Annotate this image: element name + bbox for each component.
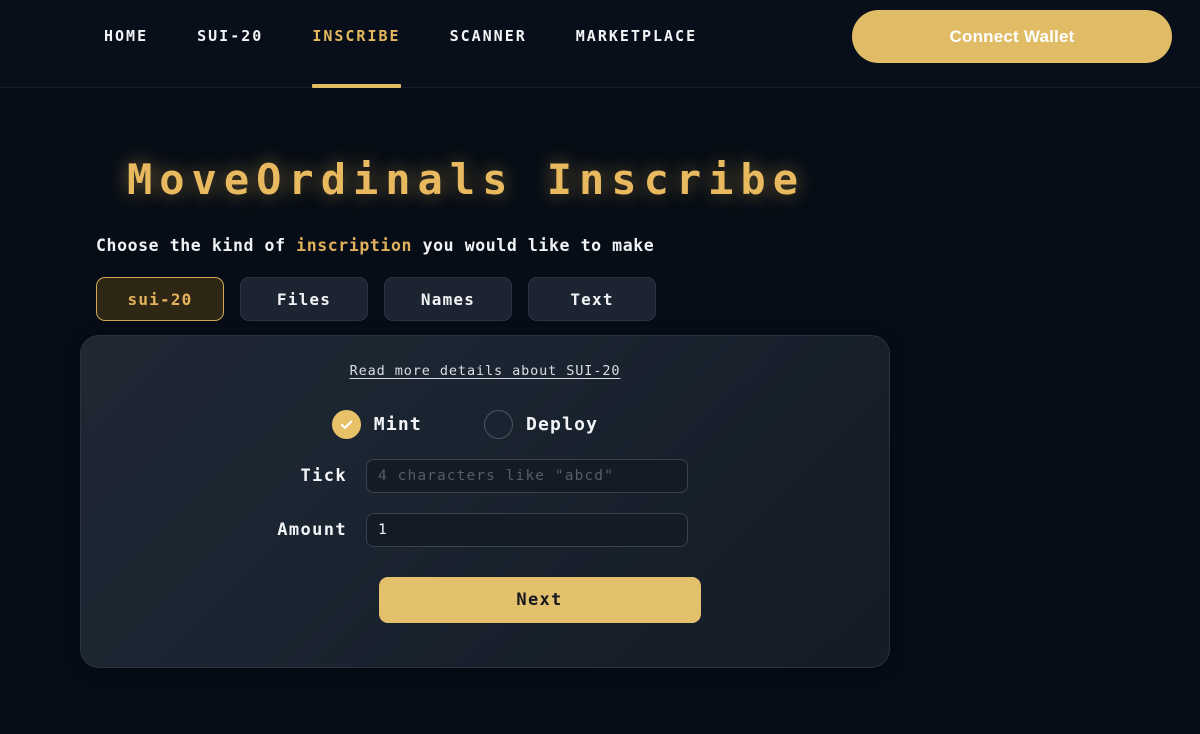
kind-tab-files[interactable]: Files: [240, 277, 368, 321]
subtitle-prefix: Choose the kind of: [96, 236, 297, 255]
form-card-body: Read more details about SUI-20 Mint Depl…: [81, 336, 889, 667]
field-label-tick: Tick: [300, 466, 347, 486]
page-title: MoveOrdinals Inscribe: [126, 155, 805, 204]
main-navigation: HOME SUI-20 INSCRIBE SCANNER MARKETPLACE: [0, 0, 697, 88]
page-subtitle: Choose the kind of inscription you would…: [96, 236, 1200, 255]
site-header: HOME SUI-20 INSCRIBE SCANNER MARKETPLACE…: [0, 0, 1200, 88]
subtitle-highlight: inscription: [296, 236, 413, 255]
field-row-amount: Amount: [81, 513, 889, 547]
nav-item-marketplace[interactable]: MARKETPLACE: [576, 0, 697, 88]
check-circle-icon: [331, 410, 361, 439]
kind-tab-names[interactable]: Names: [384, 277, 512, 321]
inscribe-form-card: Read more details about SUI-20 Mint Depl…: [80, 335, 890, 668]
next-button[interactable]: Next: [378, 577, 701, 623]
radio-option-deploy[interactable]: Deploy: [483, 410, 599, 439]
field-row-tick: Tick: [81, 459, 889, 493]
nav-item-inscribe[interactable]: INSCRIBE: [312, 0, 401, 88]
amount-input[interactable]: [366, 513, 688, 547]
page-root: HOME SUI-20 INSCRIBE SCANNER MARKETPLACE…: [0, 0, 1200, 734]
mode-radio-group: Mint Deploy: [331, 410, 599, 439]
radio-label-deploy: Deploy: [525, 414, 599, 435]
tick-input[interactable]: [366, 459, 688, 493]
kind-tab-sui-20[interactable]: sui-20: [96, 277, 224, 321]
kind-tab-text[interactable]: Text: [528, 277, 656, 321]
connect-wallet-button[interactable]: Connect Wallet: [852, 10, 1172, 63]
nav-item-sui-20[interactable]: SUI-20: [197, 0, 263, 88]
nav-item-home[interactable]: HOME: [104, 0, 148, 88]
radio-option-mint[interactable]: Mint: [331, 410, 422, 439]
empty-circle-icon: [483, 410, 513, 439]
field-label-amount: Amount: [277, 520, 347, 540]
nav-item-scanner[interactable]: SCANNER: [450, 0, 527, 88]
inscription-kind-tabs: sui-20 Files Names Text: [96, 277, 1200, 321]
main-content: MoveOrdinals Inscribe Choose the kind of…: [0, 155, 1200, 668]
read-more-sui-20-link[interactable]: Read more details about SUI-20: [350, 363, 621, 379]
radio-label-mint: Mint: [373, 414, 422, 435]
subtitle-suffix: you would like to make: [412, 236, 655, 255]
